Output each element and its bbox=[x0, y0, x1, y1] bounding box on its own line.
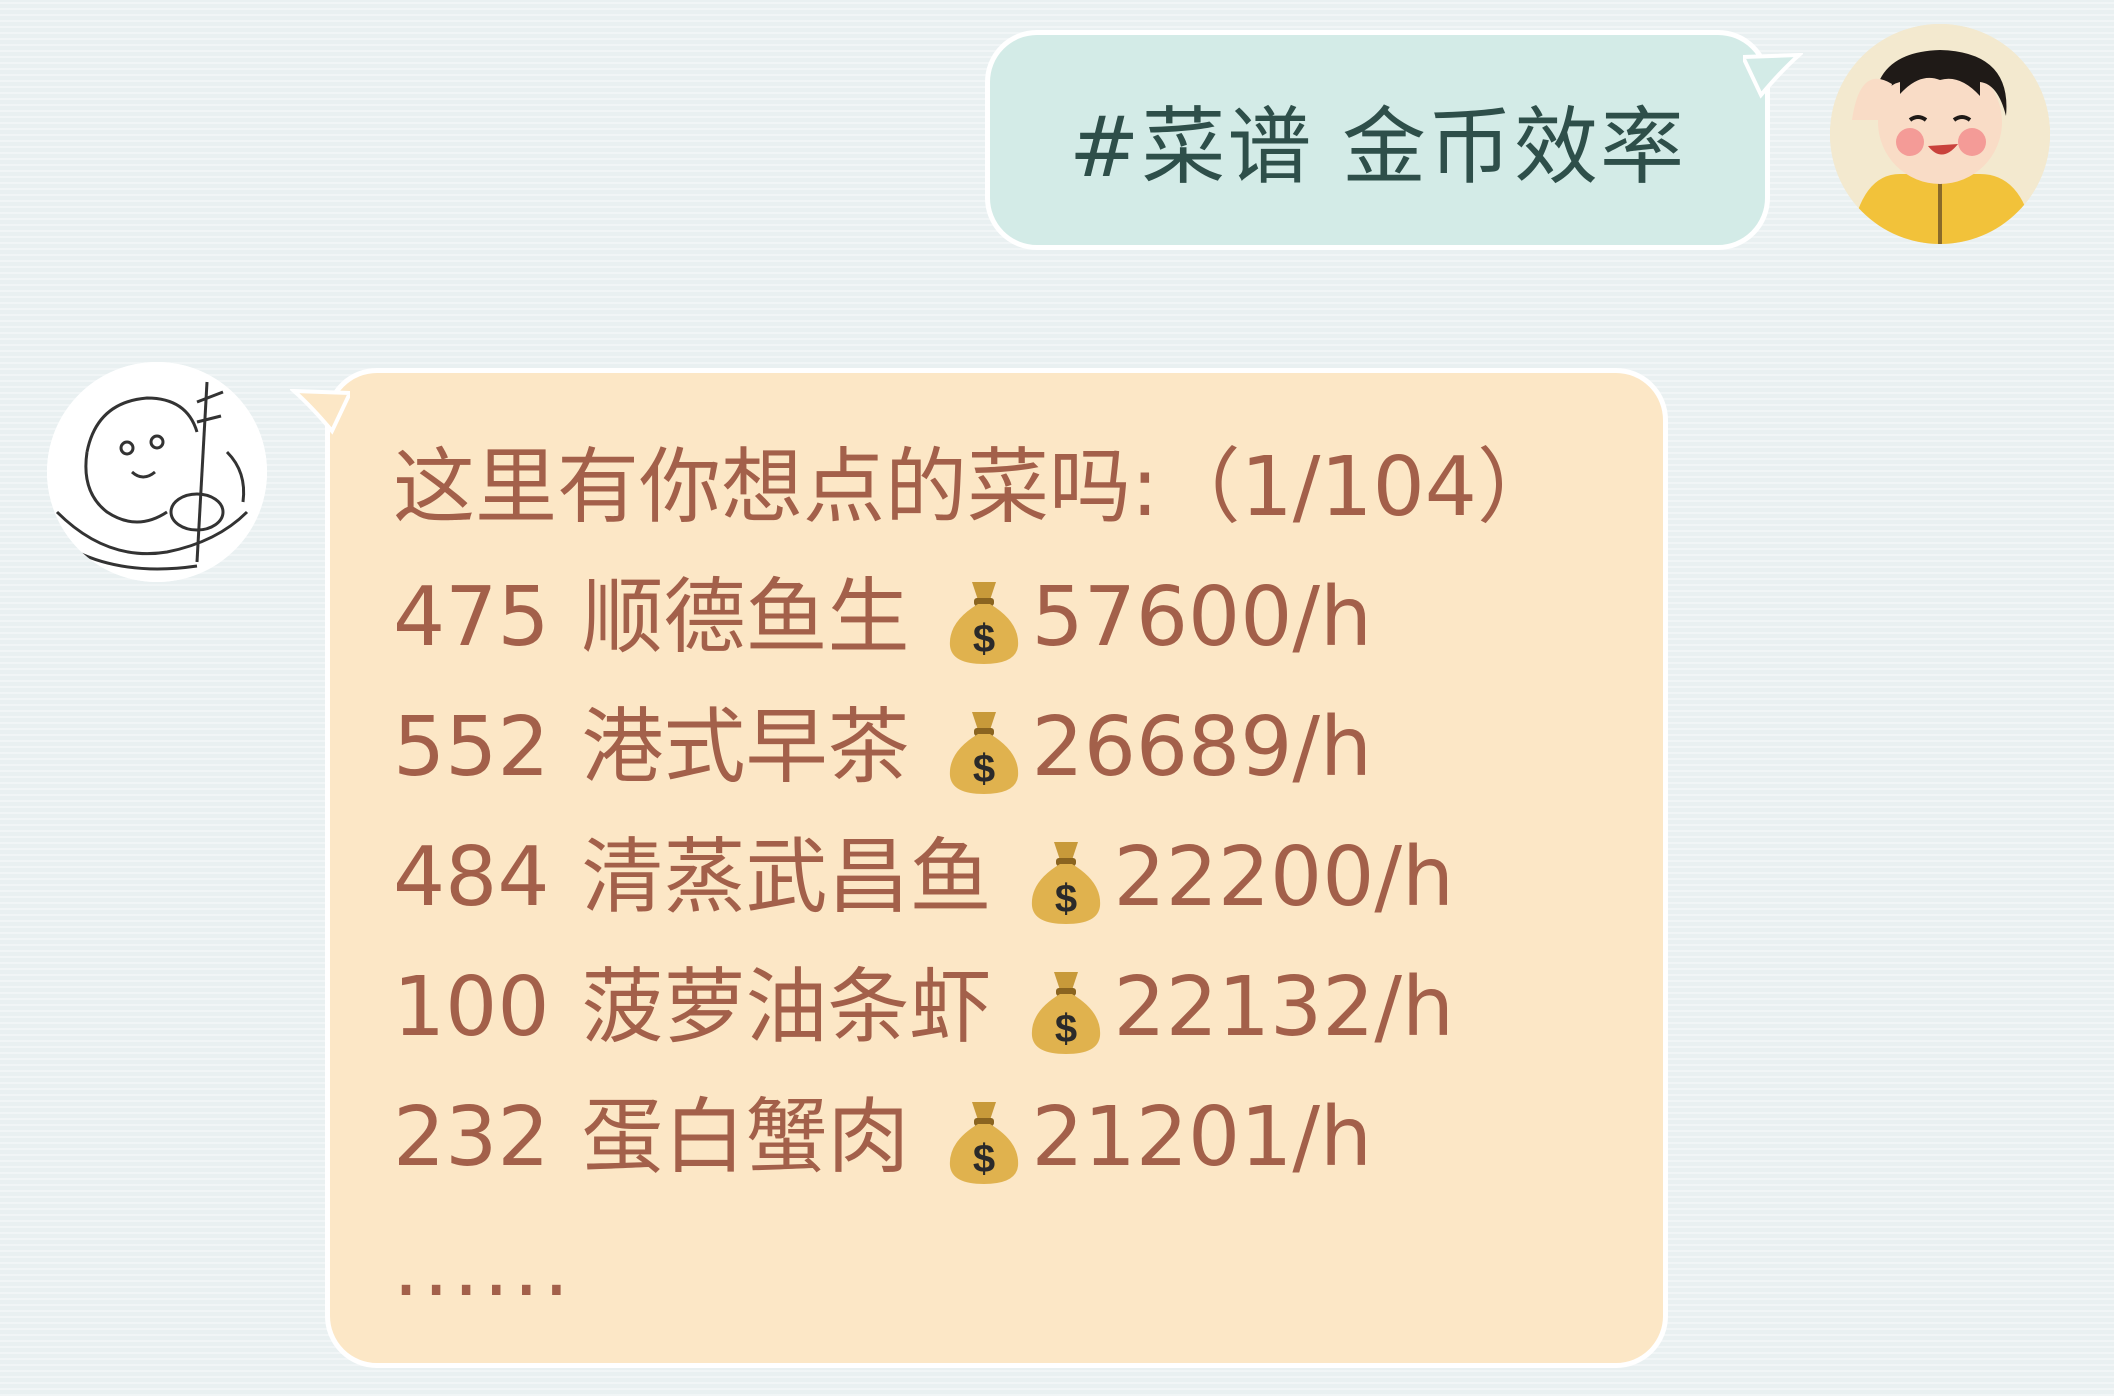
recipe-rate: 22132/h bbox=[1113, 960, 1454, 1055]
svg-text:$: $ bbox=[1054, 877, 1076, 921]
recipe-id: 552 bbox=[393, 700, 550, 795]
bubble-tail-right bbox=[1743, 53, 1803, 99]
recipe-row: 100 菠萝油条虾 $ 22132/h bbox=[393, 943, 1663, 1073]
money-bag-icon: $ bbox=[949, 712, 1018, 794]
cartoon-girl-avatar-image bbox=[1830, 24, 2050, 244]
recipe-id: 484 bbox=[393, 830, 550, 925]
recipe-id: 232 bbox=[393, 1090, 550, 1185]
bot-message-header: 这里有你想点的菜吗:（1/104） bbox=[393, 440, 1559, 535]
recipe-row: 552 港式早茶 $ 26689/h bbox=[393, 683, 1663, 813]
recipe-id: 475 bbox=[393, 570, 550, 665]
recipe-name: 菠萝油条虾 bbox=[581, 960, 992, 1055]
bubble-tail-left bbox=[290, 389, 350, 435]
recipe-name: 顺德鱼生 bbox=[581, 570, 910, 665]
svg-text:$: $ bbox=[972, 747, 994, 791]
svg-text:$: $ bbox=[972, 617, 994, 661]
recipe-row: 475 顺德鱼生 $ 57600/h bbox=[393, 553, 1663, 683]
recipe-rate: 22200/h bbox=[1113, 830, 1454, 925]
more-ellipsis: ...... bbox=[393, 1220, 574, 1315]
bot-message-bubble[interactable]: 这里有你想点的菜吗:（1/104） 475 顺德鱼生 $ 57600/h 552… bbox=[290, 368, 1668, 1368]
svg-text:$: $ bbox=[972, 1137, 994, 1181]
money-bag-icon: $ bbox=[1031, 972, 1100, 1054]
recipe-rate: 21201/h bbox=[1031, 1090, 1372, 1185]
user-avatar[interactable] bbox=[1830, 24, 2050, 244]
recipe-row: 484 清蒸武昌鱼 $ 22200/h bbox=[393, 813, 1663, 943]
money-bag-icon: $ bbox=[949, 582, 1018, 664]
recipe-rate: 57600/h bbox=[1031, 570, 1372, 665]
recipe-name: 清蒸武昌鱼 bbox=[581, 830, 992, 925]
user-message-bubble[interactable]: #菜谱 金币效率 bbox=[985, 30, 1803, 250]
recipe-name: 港式早茶 bbox=[581, 700, 910, 795]
recipe-row: 232 蛋白蟹肉 $ 21201/h bbox=[393, 1073, 1663, 1203]
svg-text:$: $ bbox=[1054, 1007, 1076, 1051]
recipe-id: 100 bbox=[393, 960, 550, 1055]
money-bag-icon: $ bbox=[949, 1102, 1018, 1184]
money-bag-icon: $ bbox=[1031, 842, 1100, 924]
sketch-character-avatar-image bbox=[47, 362, 267, 582]
user-message-text: #菜谱 金币效率 bbox=[1068, 97, 1687, 196]
bot-avatar[interactable] bbox=[47, 362, 267, 582]
recipe-rate: 26689/h bbox=[1031, 700, 1372, 795]
recipe-name: 蛋白蟹肉 bbox=[581, 1090, 910, 1185]
